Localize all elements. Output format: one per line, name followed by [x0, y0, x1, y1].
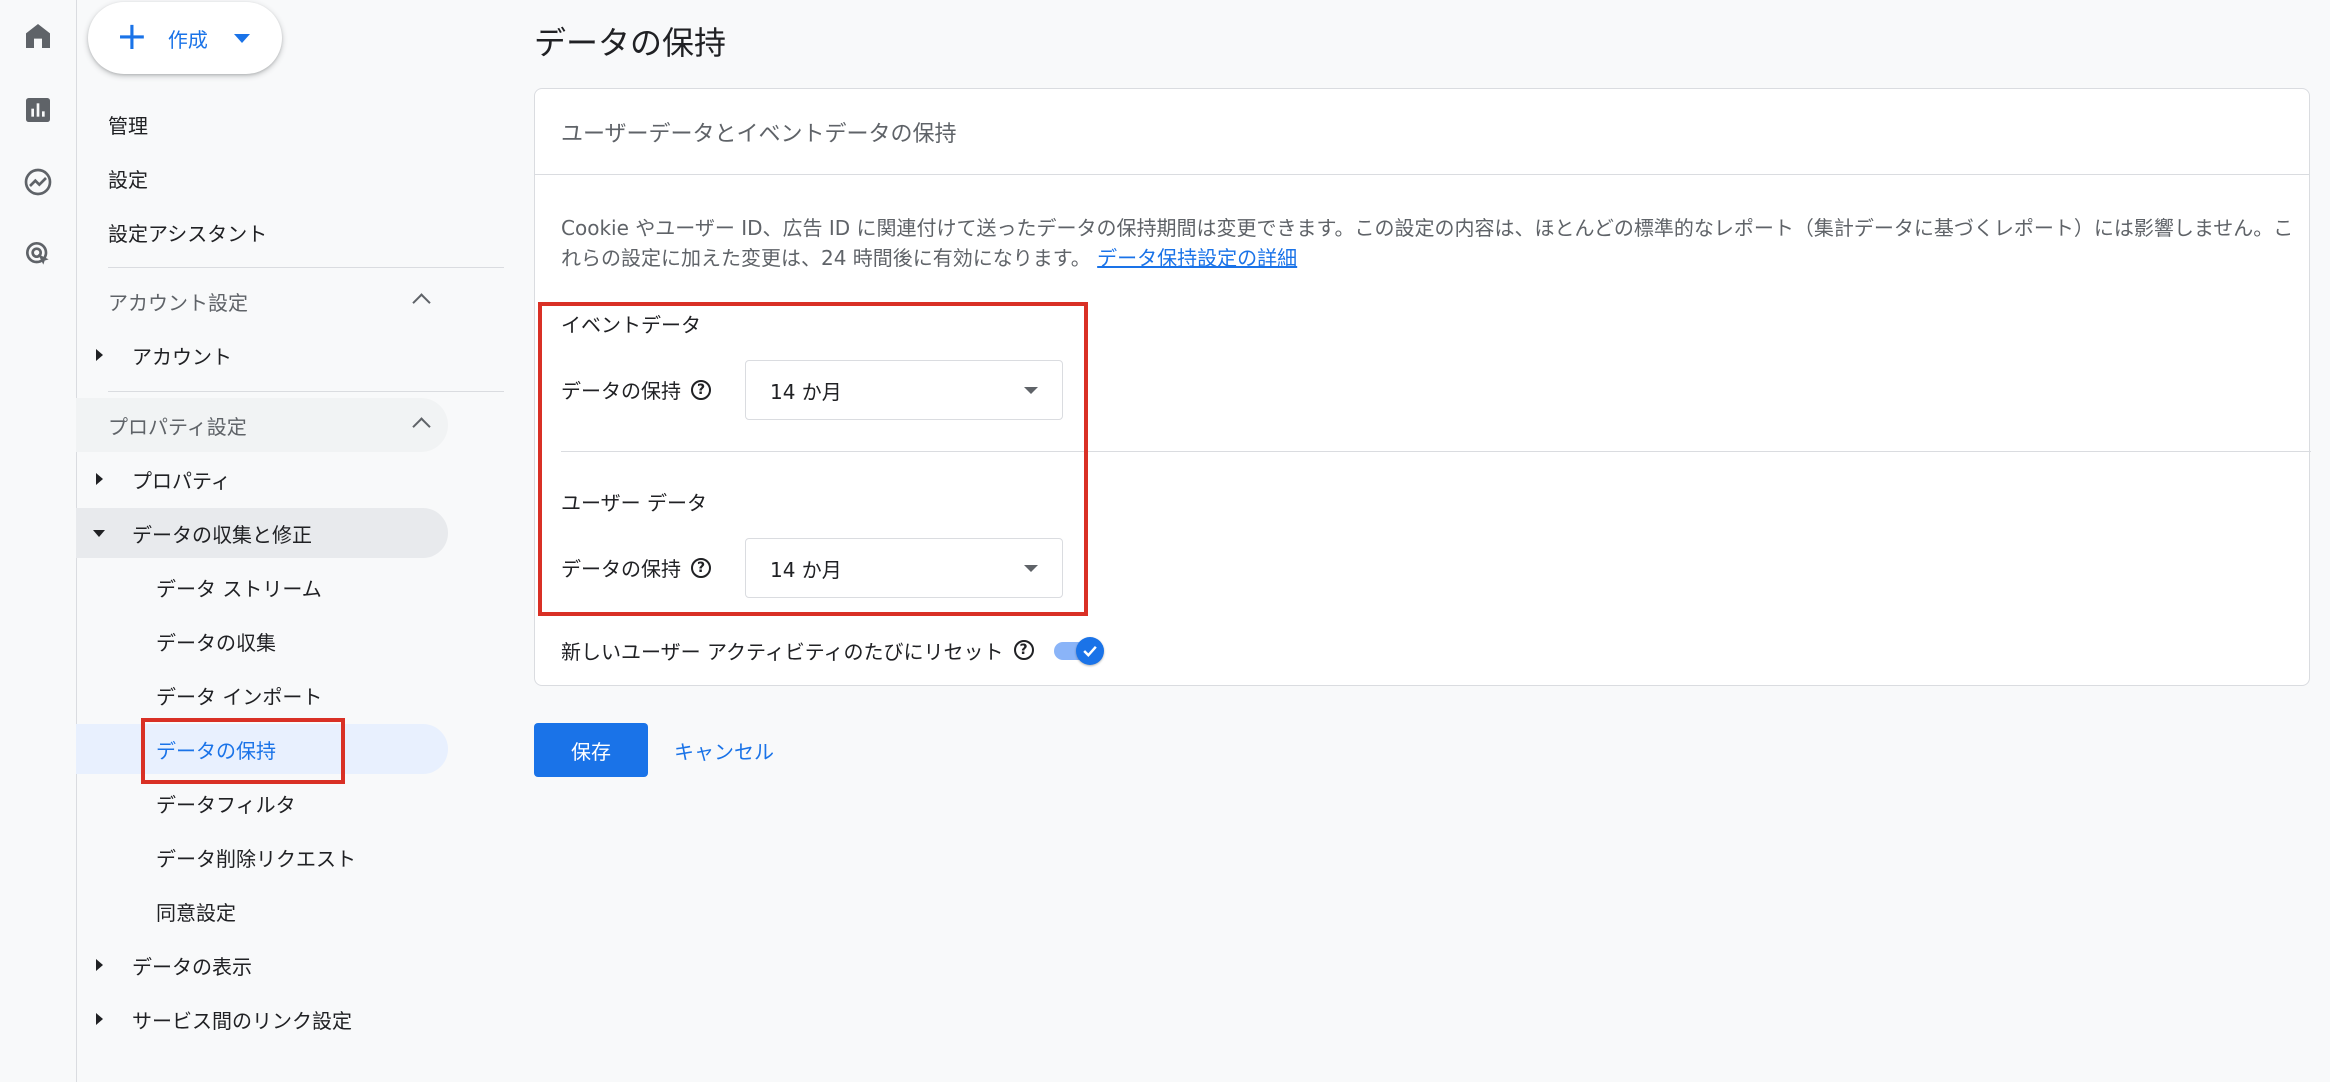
sidebar-item-data-collection-modification[interactable]: データの収集と修正: [76, 508, 448, 558]
cancel-button[interactable]: キャンセル: [660, 723, 788, 777]
advertising-icon[interactable]: [18, 234, 58, 274]
reset-row: 新しいユーザー アクティビティのたびにリセット ?: [561, 635, 1108, 665]
sidebar-item-data-deletion-requests[interactable]: データ削除リクエスト: [76, 832, 448, 882]
sidebar-item-data-import[interactable]: データ インポート: [76, 670, 448, 720]
explore-icon[interactable]: [18, 162, 58, 202]
divider: [108, 391, 504, 392]
event-retention-select[interactable]: 14 か月: [745, 360, 1063, 420]
page-title: データの保持: [534, 24, 727, 62]
card-title: ユーザーデータとイベントデータの保持: [535, 89, 2309, 175]
sidebar-item-data-filters[interactable]: データフィルタ: [76, 778, 448, 828]
help-icon[interactable]: ?: [691, 379, 711, 400]
reset-toggle[interactable]: [1052, 635, 1108, 665]
sidebar-item-product-links[interactable]: サービス間のリンク設定: [76, 994, 448, 1044]
user-retention-select[interactable]: 14 か月: [745, 538, 1063, 598]
retention-card: ユーザーデータとイベントデータの保持 Cookie やユーザー ID、広告 ID…: [534, 88, 2311, 686]
user-retention-label: データの保持 ?: [561, 553, 711, 582]
divider: [108, 267, 504, 268]
sidebar-item-setup-assistant[interactable]: 設定アシスタント: [76, 207, 448, 257]
help-icon[interactable]: ?: [691, 557, 711, 578]
user-data-title: ユーザー データ: [561, 491, 707, 515]
home-icon[interactable]: [18, 16, 58, 56]
reports-icon[interactable]: [18, 90, 58, 130]
event-retention-label: データの保持 ?: [561, 375, 711, 404]
sidebar-item-account[interactable]: アカウント: [76, 330, 448, 380]
sidebar-item-settings[interactable]: 設定: [76, 153, 448, 203]
save-button[interactable]: 保存: [534, 723, 648, 777]
sidebar-nav: 管理 設定 設定アシスタント アカウント設定 アカウント プロパティ設定 プロパ…: [76, 0, 504, 1082]
event-data-title: イベントデータ: [561, 313, 701, 337]
learn-more-link[interactable]: データ保持設定の詳細: [1097, 246, 1297, 270]
help-icon[interactable]: ?: [1013, 640, 1034, 660]
expand-arrow-icon: [96, 1013, 103, 1025]
sidebar-item-data-display[interactable]: データの表示: [76, 940, 448, 990]
chevron-up-icon: [412, 417, 431, 436]
sidebar-item-admin[interactable]: 管理: [76, 99, 448, 149]
check-icon: [1075, 637, 1104, 665]
chevron-up-icon: [412, 293, 431, 312]
expand-arrow-icon: [96, 349, 103, 361]
description: Cookie やユーザー ID、広告 ID に関連付けて送ったデータの保持期間は…: [561, 216, 2294, 270]
left-rail: [0, 0, 77, 1082]
collapse-arrow-icon: [93, 530, 105, 537]
sidebar-item-property[interactable]: プロパティ: [76, 454, 448, 504]
dropdown-arrow-icon: [1024, 565, 1038, 572]
sidebar-item-consent-settings[interactable]: 同意設定: [76, 886, 448, 936]
dropdown-arrow-icon: [1024, 387, 1038, 394]
divider: [561, 451, 2311, 452]
sidebar-item-data-retention[interactable]: データの保持: [76, 724, 448, 774]
section-property-settings[interactable]: プロパティ設定: [76, 398, 448, 452]
expand-arrow-icon: [96, 959, 103, 971]
section-account-settings[interactable]: アカウント設定: [76, 274, 448, 328]
sidebar-item-data-collection[interactable]: データの収集: [76, 616, 448, 666]
expand-arrow-icon: [96, 473, 103, 485]
sidebar-item-data-streams[interactable]: データ ストリーム: [76, 562, 448, 612]
